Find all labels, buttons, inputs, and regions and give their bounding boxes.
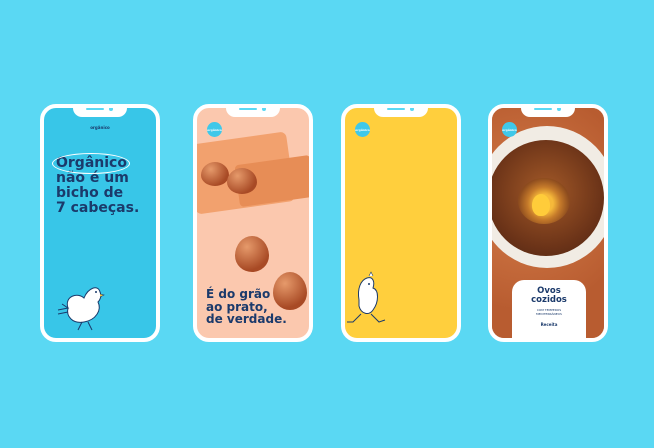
recipe-card: Ovos cozidos COM TEMPEROS MEDITERRÂNEOS … bbox=[512, 280, 586, 338]
phone-mockup-3: orgânico bbox=[341, 104, 461, 342]
phone-notch bbox=[521, 108, 575, 117]
brand-logo: orgânico bbox=[207, 122, 222, 137]
phone-mockup-1: orgânico Orgânico não é um bicho de 7 ca… bbox=[40, 104, 160, 342]
brand-logo: orgânico bbox=[355, 122, 370, 137]
recipe-subtitle-line: MEDITERRÂNEOS bbox=[536, 312, 562, 316]
phone-notch bbox=[73, 108, 127, 117]
recipe-title-line: cozidos bbox=[531, 295, 567, 305]
phone-mockup-2: orgânico É do grão ao prato, de verdade. bbox=[193, 104, 313, 342]
phone-notch bbox=[226, 108, 280, 117]
recipe-title: Ovos cozidos bbox=[512, 287, 586, 305]
recipe-link[interactable]: Receita bbox=[512, 322, 586, 327]
egg-photo bbox=[235, 236, 269, 272]
phone-mockup-4: orgânico Ovos cozidos COM TEMPEROS MEDIT… bbox=[488, 104, 608, 342]
egg-photo bbox=[227, 168, 257, 194]
chicken-illustration bbox=[347, 271, 386, 323]
headline-line: É do grão bbox=[206, 287, 271, 301]
chicken-illustration bbox=[57, 287, 105, 331]
headline-line: 7 cabeças. bbox=[56, 200, 140, 216]
brand-logo: orgânico bbox=[502, 122, 517, 137]
recipe-subtitle: COM TEMPEROS MEDITERRÂNEOS bbox=[512, 308, 586, 316]
headline-line: de verdade. bbox=[206, 312, 287, 326]
yolk-photo bbox=[532, 194, 550, 216]
phone-notch bbox=[374, 108, 428, 117]
brand-logo: orgânico bbox=[90, 125, 110, 130]
headline-line: não é um bbox=[56, 170, 129, 186]
highlight-circle bbox=[52, 153, 130, 174]
headline: Orgânico não é um bicho de 7 cabeças. bbox=[52, 153, 156, 216]
headline-line: bicho de bbox=[56, 185, 124, 201]
headline: É do grão ao prato, de verdade. bbox=[206, 287, 309, 326]
egg-photo bbox=[201, 162, 229, 186]
